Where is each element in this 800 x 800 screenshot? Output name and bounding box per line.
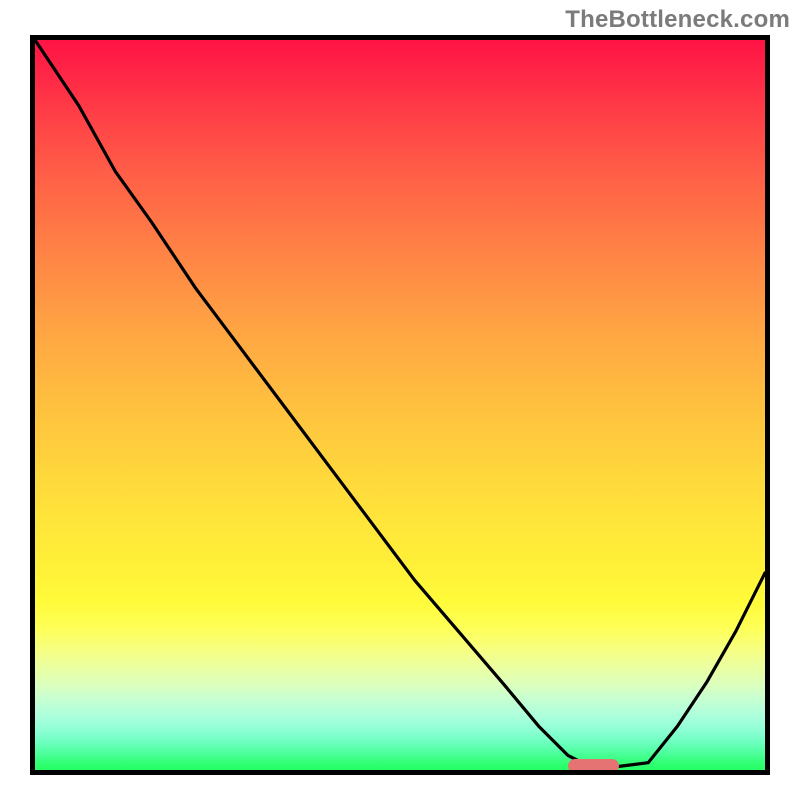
- chart-frame: [30, 35, 770, 775]
- bottleneck-curve: [35, 40, 765, 770]
- optimal-range-marker: [568, 759, 619, 773]
- watermark-text: TheBottleneck.com: [565, 6, 790, 34]
